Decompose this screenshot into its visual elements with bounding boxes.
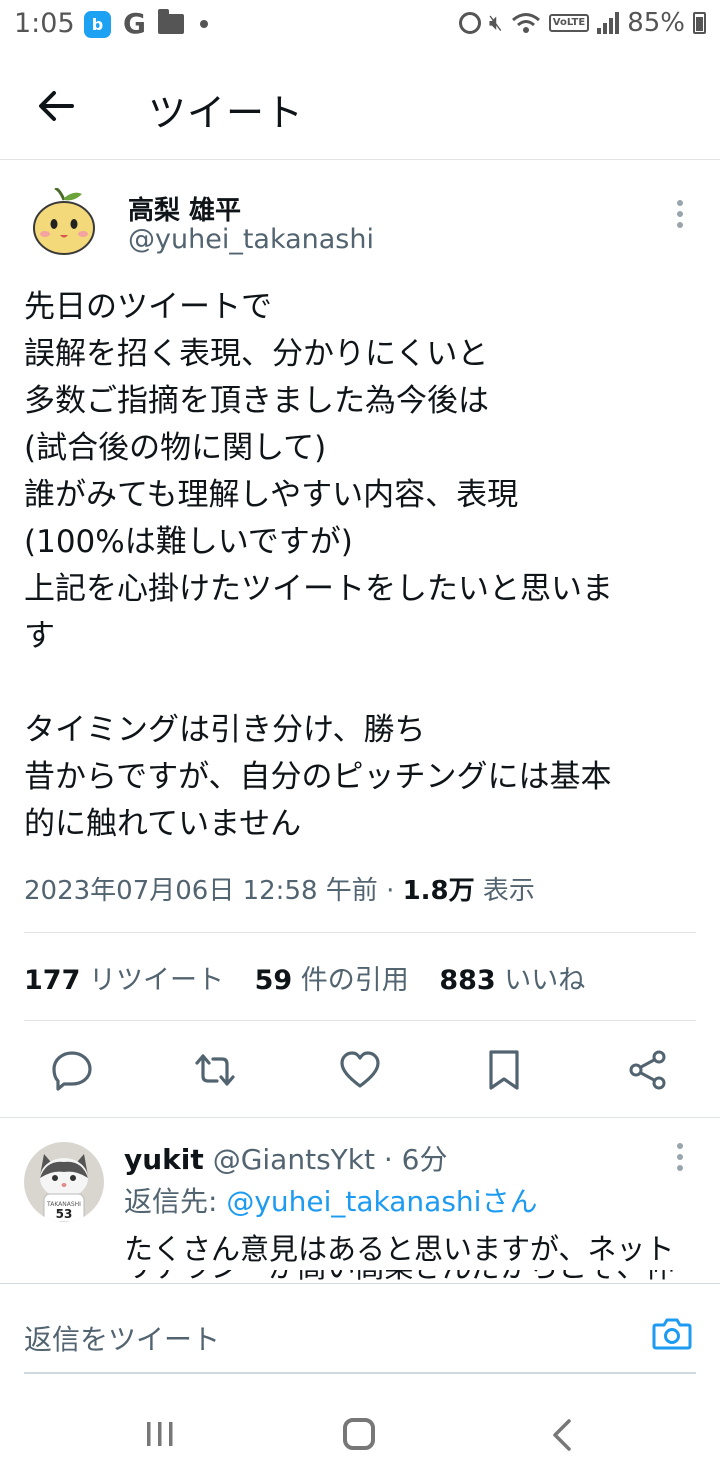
share-icon[interactable] (626, 1048, 670, 1092)
retweets-count: 177 (24, 965, 81, 996)
tweet-text-line: 多数ご指摘を頂きました為今後は (24, 383, 489, 419)
tweet-text-line: 上記を心掛けたツイートをしたいと思いま (24, 571, 613, 607)
quotes-label: 件の引用 (300, 965, 409, 996)
nav-back-icon[interactable] (550, 1418, 574, 1452)
divider (24, 932, 696, 933)
alarm-icon (458, 12, 481, 34)
battery-icon (693, 12, 706, 34)
reply-handle-time[interactable]: @GiantsYkt · 6分 (213, 1143, 448, 1176)
reply-input[interactable]: 返信をツイート (24, 1318, 220, 1358)
status-time: 1:05 (14, 8, 75, 39)
recent-apps-icon[interactable] (144, 1420, 176, 1448)
battery-percent: 85% (627, 8, 685, 38)
divider (0, 1117, 720, 1118)
app-header: ツイート (0, 52, 720, 160)
volte-badge: VoLTE (548, 14, 590, 32)
tweet-text-line: す (24, 618, 55, 654)
tweet-text-line: 先日のツイートで (24, 289, 272, 325)
status-bar: 1:05 b G 🔇︎ VoLTE 85% (0, 0, 720, 52)
tweet-text-line: タイミングは引き分け、勝ち (24, 712, 426, 748)
reply-avatar[interactable]: TAKANASHI 53 (24, 1142, 104, 1222)
google-icon: G (123, 7, 146, 40)
tweet-meta: 2023年07月06日 12:58 午前 · 1.8万 表示 (24, 870, 535, 907)
divider (24, 1020, 696, 1021)
reply-text-overflow: リテラシーが高い高梨さんだからこそ、仲 (124, 1270, 684, 1282)
quotes-stat[interactable]: 59 件の引用 (255, 965, 418, 996)
tweet-text-line (24, 660, 694, 707)
back-arrow-icon[interactable] (32, 84, 80, 128)
signal-icon (597, 12, 620, 34)
tweet-text: 先日のツイートで誤解を招く表現、分かりにくいと 多数ご指摘を頂きました為今後は (試… (24, 284, 694, 848)
author-avatar[interactable] (30, 188, 98, 256)
notification-app-icon: b (84, 10, 111, 38)
meta-separator: · (386, 876, 403, 906)
mute-icon: 🔇︎ (488, 10, 503, 36)
tweet-actions (0, 1040, 720, 1100)
more-options-icon[interactable] (672, 200, 688, 234)
page-title: ツイート (148, 91, 305, 135)
likes-label: いいね (504, 965, 586, 996)
tweet-text-line: 的に触れていません (24, 806, 302, 842)
retweets-label: リツイート (88, 965, 224, 996)
camera-icon[interactable] (652, 1316, 692, 1350)
tweet-timestamp[interactable]: 2023年07月06日 12:58 午前 (24, 876, 378, 906)
replying-to-link[interactable]: @yuhei_takanashiさん (226, 1185, 537, 1218)
wifi-icon (511, 13, 540, 33)
likes-count: 883 (439, 965, 496, 996)
reply-text-cut-line: リテラシーが高い高梨さんだからこそ、仲 (124, 1270, 674, 1282)
reply-header: yukit @GiantsYkt · 6分 (124, 1138, 447, 1178)
reply-compose-bar: 返信をツイート (0, 1283, 720, 1374)
tweet-text-line: 誤解を招く表現、分かりにくいと (24, 336, 489, 372)
bookmark-icon[interactable] (482, 1048, 526, 1092)
author-name[interactable]: 高梨 雄平 (128, 190, 241, 227)
like-icon[interactable] (338, 1048, 382, 1092)
reply-more-options-icon[interactable] (672, 1143, 688, 1177)
replying-to: 返信先: @yuhei_takanashiさん (124, 1180, 537, 1220)
more-notifications-dot-icon (199, 20, 208, 28)
cat-avatar-image: TAKANASHI 53 (24, 1142, 104, 1222)
retweets-stat[interactable]: 177 リツイート (24, 965, 233, 996)
reply-author-name[interactable]: yukit (124, 1143, 204, 1176)
tweet-text-line: 誰がみても理解しやすい内容、表現 (24, 477, 519, 513)
views-count: 1.8万 (402, 876, 475, 906)
retweet-icon[interactable] (193, 1048, 237, 1092)
compose-underline (24, 1372, 696, 1374)
home-icon[interactable] (343, 1418, 375, 1450)
folder-icon (157, 9, 184, 34)
replying-to-prefix: 返信先: (124, 1185, 227, 1218)
author-handle[interactable]: @yuhei_takanashi (128, 224, 374, 255)
likes-stat[interactable]: 883 いいね (439, 965, 585, 996)
tweet-text-line: 昔からですが、自分のピッチングには基本 (24, 759, 612, 795)
tweet-text-line: (100%は難しいですが) (24, 524, 353, 560)
tweet-stats: 177 リツイート 59 件の引用 883 いいね (24, 958, 607, 997)
quotes-count: 59 (254, 965, 293, 996)
reply-text: たくさん意見はあると思いますが、ネット (124, 1232, 675, 1266)
svg-text:53: 53 (56, 1207, 73, 1221)
system-nav-bar (0, 1380, 720, 1480)
reply-icon[interactable] (50, 1048, 94, 1092)
tweet-text-line: (試合後の物に関して) (24, 430, 327, 466)
views-label: 表示 (482, 876, 535, 906)
